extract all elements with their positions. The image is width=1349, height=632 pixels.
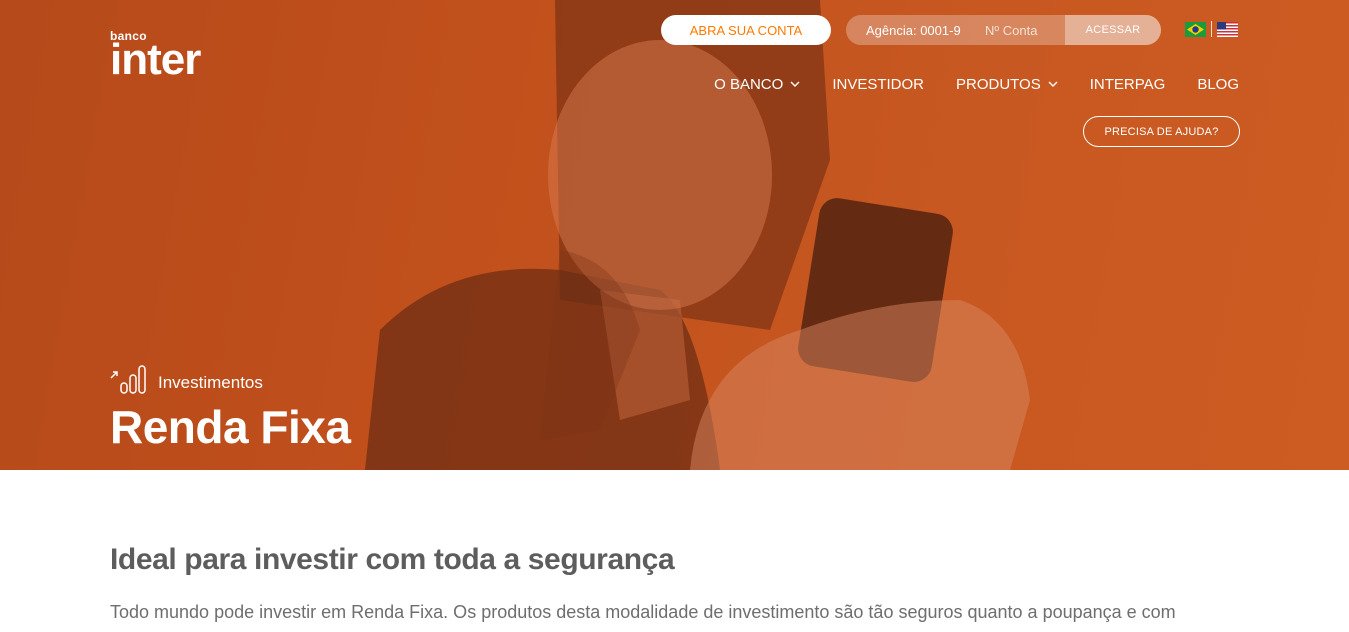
category-label: Investimentos xyxy=(158,373,263,392)
hero-category: Investimentos xyxy=(110,364,263,394)
nav-item-label: PRODUTOS xyxy=(956,75,1041,93)
nav-item-interpag[interactable]: INTERPAG xyxy=(1090,74,1166,94)
language-separator xyxy=(1211,21,1212,37)
nav-item-blog[interactable]: BLOG xyxy=(1197,74,1239,94)
nav-item-label: O BANCO xyxy=(714,75,784,93)
nav-item-label: INVESTIDOR xyxy=(832,75,924,93)
main-nav: O BANCO INVESTIDOR PRODUTOS INTERPAG BLO… xyxy=(714,74,1239,94)
help-button[interactable]: PRECISA DE AJUDA? xyxy=(1083,116,1240,147)
access-button[interactable]: ACESSAR xyxy=(1065,15,1161,45)
section-heading: Ideal para investir com toda a segurança xyxy=(110,543,675,576)
chevron-down-icon xyxy=(1048,81,1058,87)
investment-chart-icon xyxy=(110,365,146,394)
page-title: Renda Fixa xyxy=(110,401,351,453)
agency-label: Agência: 0001-9 xyxy=(866,22,961,38)
login-bar: Agência: 0001-9 ACESSAR xyxy=(846,15,1161,45)
nav-item-o-banco[interactable]: O BANCO xyxy=(714,74,800,94)
logo-big-text: inter xyxy=(110,35,201,84)
hero-banner: banco inter ABRA SUA CONTA Agência: 0001… xyxy=(0,0,1349,470)
section-paragraph: Todo mundo pode investir em Renda Fixa. … xyxy=(110,602,1176,622)
chevron-down-icon xyxy=(790,81,800,87)
nav-item-investidor[interactable]: INVESTIDOR xyxy=(832,74,924,94)
account-number-input[interactable] xyxy=(981,22,1065,38)
nav-item-label: BLOG xyxy=(1197,75,1239,93)
open-account-button[interactable]: ABRA SUA CONTA xyxy=(661,15,831,45)
language-switcher xyxy=(1185,21,1238,37)
flag-brazil-icon[interactable] xyxy=(1185,21,1206,37)
nav-item-label: INTERPAG xyxy=(1089,75,1166,93)
nav-item-produtos[interactable]: PRODUTOS xyxy=(956,74,1058,94)
bank-logo[interactable]: banco inter xyxy=(110,30,201,84)
flag-usa-icon[interactable] xyxy=(1217,21,1238,37)
